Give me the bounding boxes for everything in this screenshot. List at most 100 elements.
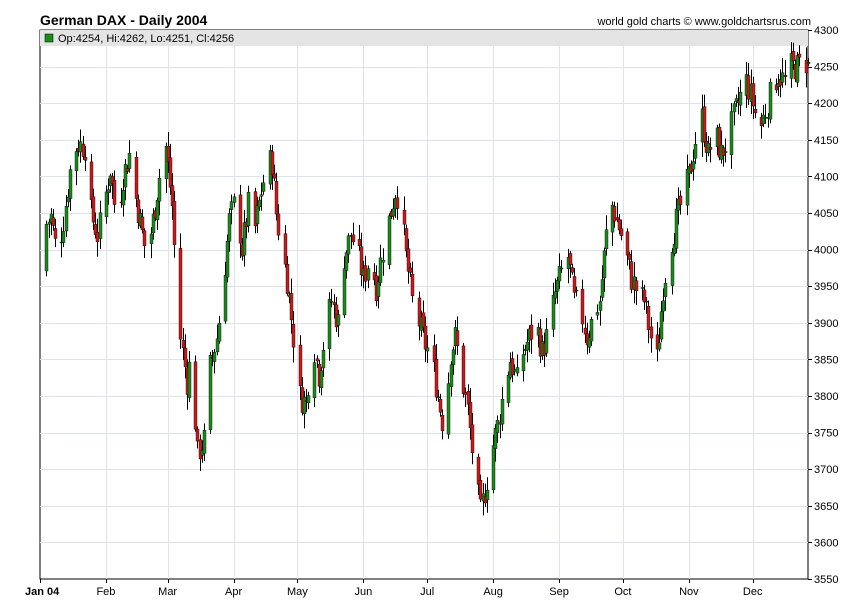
candle-body [321,350,326,369]
candle-body [298,344,303,387]
candle-body [783,75,788,78]
candle-body [408,267,413,273]
candle-body [589,319,594,342]
candle-body [436,396,441,399]
candle-body [525,341,530,351]
y-tick-label: 3700 [814,464,838,476]
candle-body [568,253,573,265]
candle-body [595,312,600,316]
candle-body [202,430,207,454]
candle-body [178,248,183,340]
candle-body [64,206,69,232]
x-tick-label: Oct [614,586,631,598]
candle-body [227,213,232,242]
candle-body [225,241,230,278]
candle-body [44,224,49,272]
candle-body [634,280,639,291]
candle-body [51,217,56,226]
candle-body [627,254,632,260]
candle-body [649,326,654,339]
candle-body [336,314,341,326]
candle-body [604,229,609,250]
y-tick-label: 4200 [814,98,838,110]
candle-body [478,480,483,500]
x-tick-label: Mar [158,586,177,598]
candle-body [659,311,664,340]
x-tick-label: Dec [743,586,763,598]
candle-body [123,164,128,188]
candle-body [806,62,811,64]
candle-body [378,257,383,283]
candle-body [302,396,307,414]
y-tick-label: 4250 [814,62,838,74]
y-tick-label: 3650 [814,501,838,513]
candle-body [246,191,251,227]
candle-body [387,215,392,265]
candle-body [402,210,407,225]
candle-body [259,194,264,197]
candle-body [646,305,651,330]
candle-body [223,274,228,322]
candle-body [723,151,728,154]
candle-body [285,264,290,294]
candle-body [470,424,475,453]
candle-body [619,228,624,236]
candle-body [140,216,145,231]
y-tick-label: 4300 [814,25,838,37]
candle-body [193,361,198,430]
candle-body [238,194,243,244]
candle-body [257,199,262,208]
candle-body [600,279,605,298]
candle-body [242,222,247,256]
candle-body [598,301,603,311]
candle-body [451,349,456,365]
candle-body [425,347,430,352]
y-tick-label: 3550 [814,574,838,586]
candle-body [708,147,713,150]
x-tick-label: May [287,586,308,598]
candle-body [289,293,294,321]
candle-body [423,325,428,350]
candle-body [274,180,279,215]
candle-body [529,324,534,340]
candle-body [512,369,517,372]
candle-body [342,268,347,316]
chart-title: German DAX - Daily 2004 [40,12,208,28]
candle-body [612,206,617,222]
candle-body [583,327,588,335]
candle-body [357,239,362,246]
candle-body [127,153,132,169]
candle-body [559,267,564,270]
candle-body [555,280,560,292]
candle-body [795,55,800,83]
chart-container: German DAX - Daily 2004 world gold chart… [0,0,850,616]
candle-body [495,420,500,433]
candle-body [351,234,356,243]
candle-body [515,367,520,374]
candle-body [327,298,332,349]
candle-body [376,281,381,297]
candle-body [455,330,460,346]
candle-body [729,111,734,155]
candle-body [629,261,634,290]
candle-body [198,439,203,460]
candle-body [95,232,100,242]
candle-body [404,228,409,252]
y-tick-label: 4150 [814,135,838,147]
candle-body [142,230,147,247]
candle-body [344,252,349,271]
candle-body [104,191,109,218]
legend-ohlc-text: Op:4254, Hi:4262, Lo:4251, Cl:4256 [58,33,234,45]
candle-body [763,116,768,119]
candle-body [89,161,94,200]
y-tick-label: 3900 [814,318,838,330]
candle-body [685,169,690,206]
y-tick-label: 3950 [814,281,838,293]
candle-body [276,213,281,236]
y-tick-label: 3750 [814,428,838,440]
candle-body [551,295,556,330]
candle-body [125,168,130,172]
candle-body [434,359,439,398]
candle-body [168,157,173,188]
candle-body [78,141,83,153]
